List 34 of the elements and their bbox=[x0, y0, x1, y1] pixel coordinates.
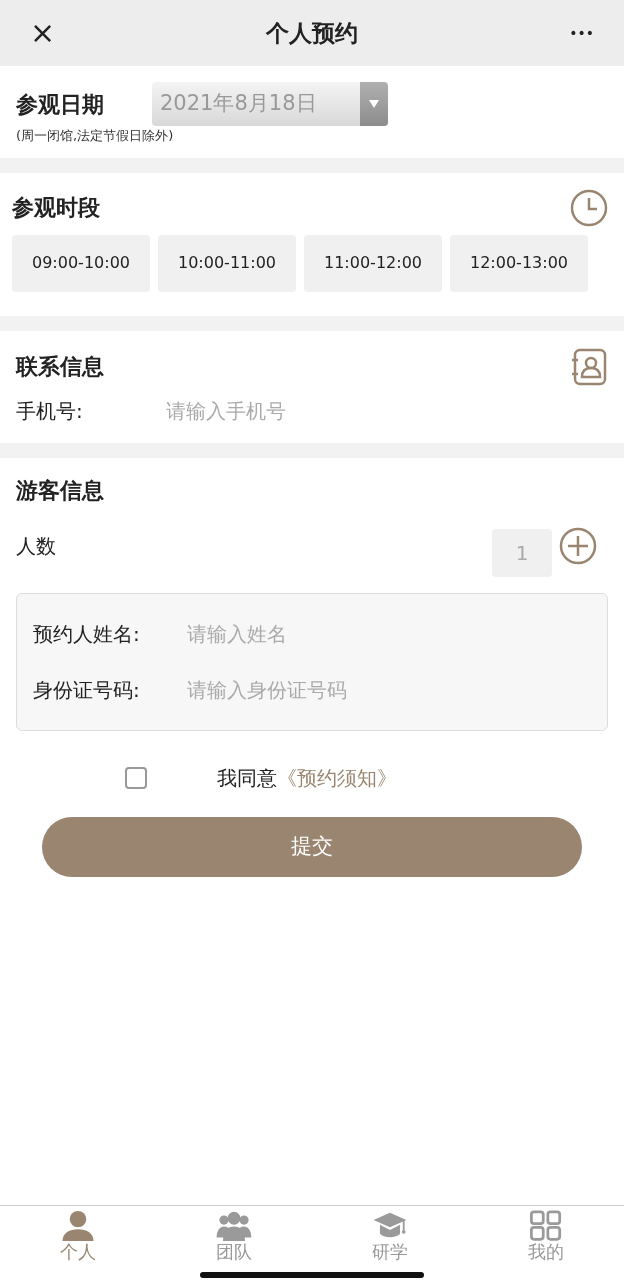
field-label: 预约人姓名: bbox=[33, 620, 141, 648]
section-title: 参观时段 bbox=[12, 194, 100, 222]
window-title: 个人预约 bbox=[266, 18, 359, 48]
count-field[interactable]: 1 bbox=[492, 528, 552, 577]
text-input[interactable]: 请输入身份证号码 bbox=[185, 673, 591, 706]
tab-bar-item[interactable]: 研学 bbox=[345, 1210, 435, 1262]
contact-book-icon bbox=[570, 346, 608, 387]
section-title: 联系信息 bbox=[16, 353, 104, 381]
group-icon bbox=[215, 1210, 253, 1242]
text-input[interactable]: 请输入姓名 bbox=[185, 617, 591, 650]
plus-icon[interactable] bbox=[558, 525, 598, 566]
clock-icon bbox=[570, 188, 608, 227]
time-slot[interactable]: 10:00-11:00 bbox=[158, 234, 296, 292]
time-slot[interactable]: 09:00-10:00 bbox=[12, 234, 150, 292]
date-select[interactable]: 2021年8月18日 bbox=[152, 82, 388, 126]
count-label: 人数 bbox=[16, 532, 57, 560]
more-button[interactable]: ••• bbox=[563, 26, 600, 40]
field-label: 手机号: bbox=[16, 397, 84, 425]
agreement-link[interactable]: 《预约须知》 bbox=[277, 765, 397, 790]
tab-bar-item[interactable]: 我的 bbox=[501, 1210, 591, 1262]
section-title: 参观日期 bbox=[16, 90, 104, 119]
section-title: 游客信息 bbox=[16, 476, 105, 505]
submit-button[interactable]: 提交 bbox=[42, 816, 582, 877]
tab-bar-item[interactable]: 团队 bbox=[189, 1210, 279, 1262]
dropdown-icon bbox=[368, 99, 380, 109]
time-slot[interactable]: 12:00-13:00 bbox=[450, 234, 588, 292]
close-button[interactable]: × bbox=[24, 18, 62, 48]
phone-input[interactable]: 请输入手机号 bbox=[164, 394, 608, 427]
tab-bar-item[interactable]: 个人 bbox=[33, 1210, 123, 1262]
time-slot[interactable]: 11:00-12:00 bbox=[304, 234, 442, 292]
note-text: (周一闭馆,法定节假日除外) bbox=[16, 127, 175, 145]
checkbox[interactable] bbox=[125, 766, 147, 789]
agreement-text: 我同意《预约须知》 bbox=[217, 764, 397, 792]
field-label: 身份证号码: bbox=[33, 676, 141, 704]
